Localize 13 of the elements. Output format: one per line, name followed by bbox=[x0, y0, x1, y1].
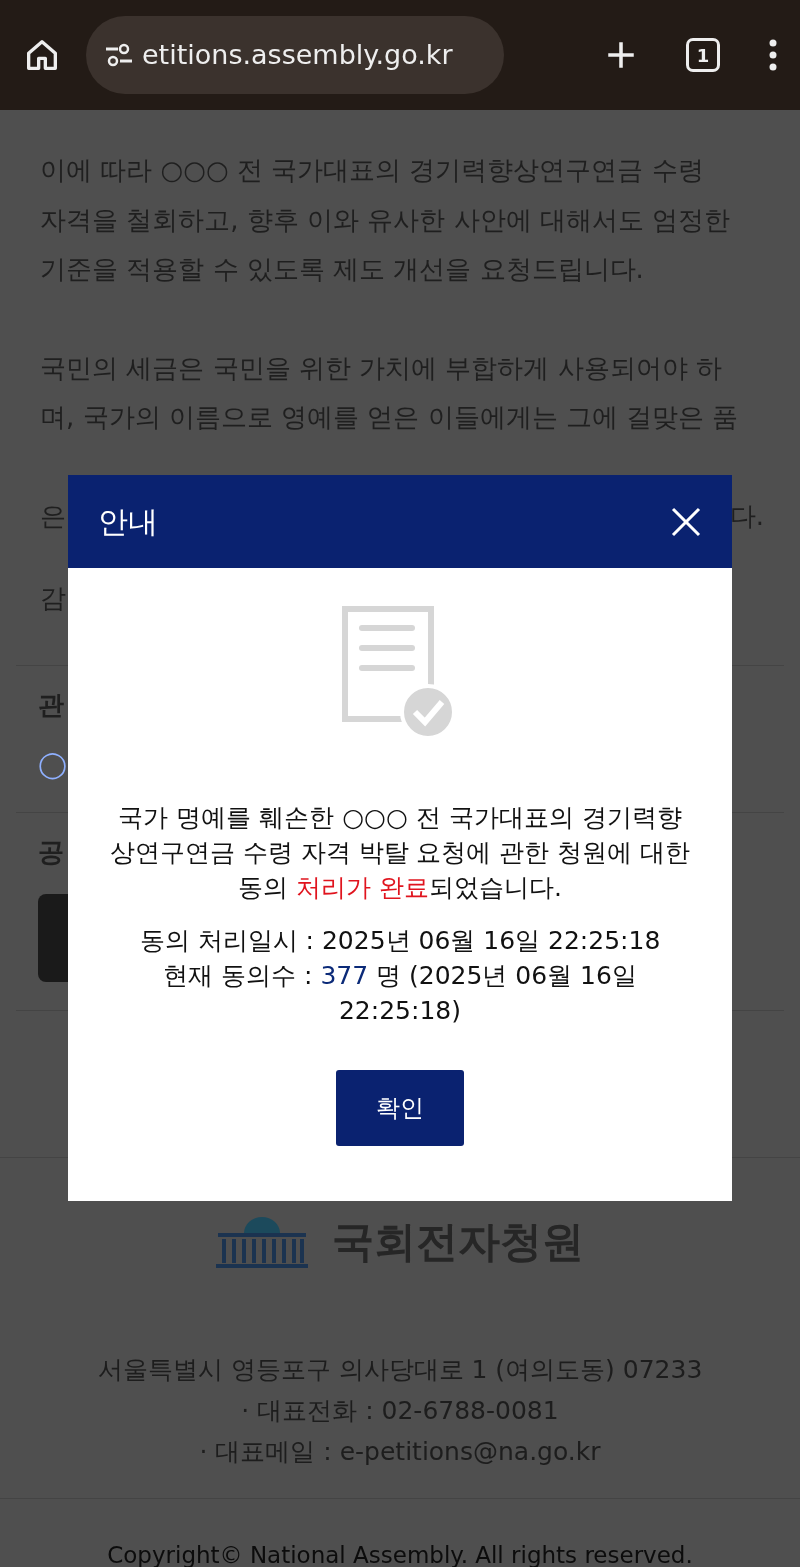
confirm-button[interactable]: 확인 bbox=[336, 1070, 464, 1146]
dialog-message: 국가 명예를 훼손한 ○○○ 전 국가대표의 경기력향상연구연금 수령 자격 박탈 요청에 관한 청원에 대한 동의 처리가 완료되었습니다. bbox=[108, 802, 692, 904]
site-settings-icon[interactable] bbox=[106, 43, 132, 67]
menu-icon[interactable] bbox=[768, 38, 778, 72]
link[interactable]: ◯ bbox=[38, 749, 68, 779]
assembly-building-icon bbox=[216, 1214, 308, 1269]
count-text: 현재 동의수 : 377 명 (2025년 06월 16일 22:25:18) bbox=[162, 960, 638, 1027]
dialog-title: 안내 bbox=[98, 503, 158, 541]
copyright-text: Copyright© National Assembly. All rights reserved. bbox=[106, 1541, 694, 1567]
tab-count[interactable]: 1 bbox=[686, 38, 720, 72]
url-field[interactable]: etitions.assembly.go.kr bbox=[86, 16, 504, 94]
close-button[interactable] bbox=[670, 505, 702, 538]
date-text: 동의 처리일시 : 2025년 06월 16일 22:25:18 bbox=[138, 925, 662, 957]
